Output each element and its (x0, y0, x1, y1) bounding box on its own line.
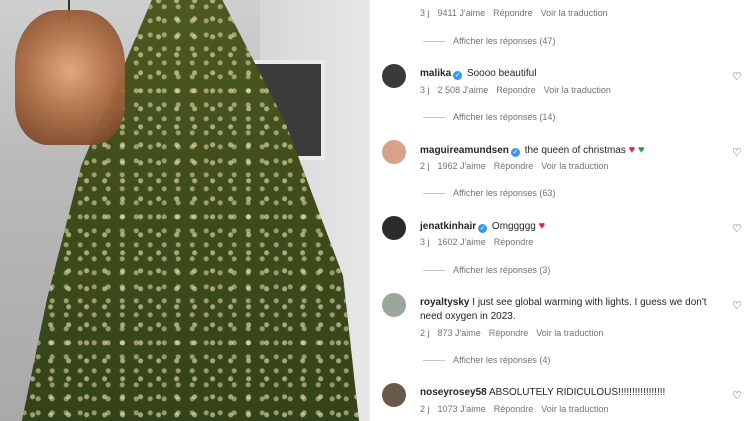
replies-divider (423, 269, 445, 271)
reply-button[interactable]: Répondre (494, 161, 534, 171)
comment-time: 3 j (420, 237, 430, 247)
view-replies-button[interactable]: Afficher les réponses (14) (423, 112, 555, 122)
replies-divider (423, 40, 445, 42)
view-replies-label: Afficher les réponses (4) (453, 355, 551, 365)
comment-likes[interactable]: 9411 J'aime (438, 8, 486, 18)
comment-meta: 3 j 2 508 J'aime Répondre Voir la traduc… (420, 85, 611, 95)
comment-body: ABSOLUTELY RIDICULOUS!!!!!!!!!!!!!!!!! (488, 387, 666, 398)
avatar[interactable] (382, 293, 406, 317)
view-replies-button[interactable]: Afficher les réponses (4) (423, 355, 550, 365)
comment-likes[interactable]: 2 508 J'aime (438, 85, 489, 95)
reply-button[interactable]: Répondre (489, 328, 529, 338)
reply-button[interactable]: Répondre (493, 8, 533, 18)
comment-time: 2 j (420, 404, 430, 414)
avatar[interactable] (382, 216, 406, 240)
verified-badge-icon: ✓ (510, 148, 520, 157)
replies-divider (423, 192, 445, 194)
translate-button[interactable]: Voir la traduction (544, 85, 611, 95)
comment-likes[interactable]: 1602 J'aime (438, 237, 486, 247)
verified-badge-icon: ✓ (478, 224, 488, 233)
username[interactable]: maguireamundsen (420, 145, 509, 156)
like-heart-icon[interactable]: ♡ (732, 148, 742, 159)
like-heart-icon[interactable]: ♡ (732, 391, 742, 402)
replies-divider (423, 359, 445, 361)
comment-time: 2 j (420, 161, 430, 171)
username[interactable]: malika (420, 68, 451, 79)
green-heart-icon: ♥ (637, 144, 645, 156)
comment-text: maguireamundsen ✓ the queen of christmas … (420, 143, 720, 158)
translate-button[interactable]: Voir la traduction (541, 161, 608, 171)
translate-button[interactable]: Voir la traduction (541, 404, 608, 414)
reply-button[interactable]: Répondre (494, 237, 534, 247)
avatar[interactable] (382, 383, 406, 407)
avatar[interactable] (382, 64, 406, 88)
comment-likes[interactable]: 1962 J'aime (438, 161, 486, 171)
username[interactable]: jenatkinhair (420, 221, 476, 232)
comment-text: noseyrosey58 ABSOLUTELY RIDICULOUS!!!!!!… (420, 386, 720, 400)
view-replies-button[interactable]: Afficher les réponses (3) (423, 265, 550, 275)
comment-text: malika ✓ Soooo beautiful (420, 67, 720, 81)
view-replies-button[interactable]: Afficher les réponses (47) (423, 36, 555, 46)
comments-panel: 3 j 9411 J'aime Répondre Voir la traduct… (370, 0, 749, 421)
comment-meta: 3 j 9411 J'aime Répondre Voir la traduct… (420, 8, 608, 18)
view-replies-label: Afficher les réponses (3) (453, 265, 551, 275)
comment-meta: 3 j 1602 J'aime Répondre (420, 237, 533, 247)
pendant-lamp (15, 10, 125, 145)
avatar[interactable] (382, 140, 406, 164)
comment-body: the queen of christmas (524, 145, 626, 156)
reply-button[interactable]: Répondre (496, 85, 536, 95)
comment-meta: 2 j 873 J'aime Répondre Voir la traducti… (420, 328, 603, 338)
view-replies-button[interactable]: Afficher les réponses (63) (423, 188, 555, 198)
comment-time: 3 j (420, 85, 430, 95)
replies-divider (423, 116, 445, 118)
username[interactable]: noseyrosey58 (420, 387, 487, 398)
verified-badge-icon: ✓ (453, 71, 463, 80)
view-replies-label: Afficher les réponses (14) (453, 112, 556, 122)
comment-time: 2 j (420, 328, 430, 338)
red-heart-icon: ♥ (628, 144, 636, 156)
comment-likes[interactable]: 1073 J'aime (438, 404, 486, 414)
comment-body: Soooo beautiful (466, 68, 537, 79)
comment-likes[interactable]: 873 J'aime (438, 328, 481, 338)
username[interactable]: royaltysky (420, 297, 469, 308)
like-heart-icon[interactable]: ♡ (732, 301, 742, 312)
comment-text: jenatkinhair ✓ Omggggg ♥ (420, 219, 720, 234)
like-heart-icon[interactable]: ♡ (732, 72, 742, 83)
comment-text: royaltysky I just see global warming wit… (420, 296, 720, 324)
comment-body: Omggggg (491, 221, 536, 232)
post-image (0, 0, 370, 421)
translate-button[interactable]: Voir la traduction (541, 8, 608, 18)
reply-button[interactable]: Répondre (494, 404, 534, 414)
like-heart-icon[interactable]: ♡ (732, 224, 742, 235)
comment-time: 3 j (420, 8, 430, 18)
view-replies-label: Afficher les réponses (63) (453, 188, 556, 198)
view-replies-label: Afficher les réponses (47) (453, 36, 556, 46)
comment-meta: 2 j 1962 J'aime Répondre Voir la traduct… (420, 161, 608, 171)
red-heart-icon: ♥ (538, 220, 546, 232)
translate-button[interactable]: Voir la traduction (536, 328, 603, 338)
comment-meta: 2 j 1073 J'aime Répondre Voir la traduct… (420, 404, 608, 414)
